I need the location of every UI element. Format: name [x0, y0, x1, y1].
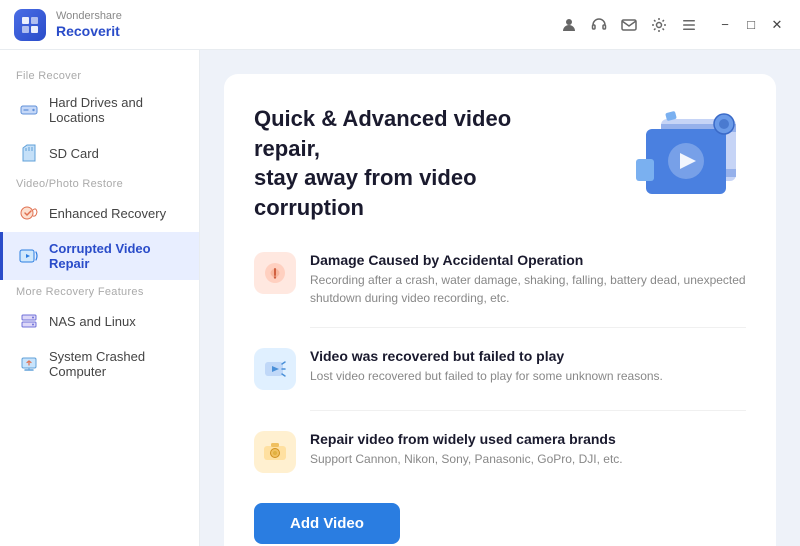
sidebar-item-nas-linux[interactable]: NAS and Linux	[0, 302, 199, 340]
sd-card-icon	[19, 143, 39, 163]
features-list: Damage Caused by Accidental Operation Re…	[254, 252, 746, 473]
sidebar-label-system-crashed: System Crashed Computer	[49, 349, 183, 379]
sidebar-item-system-crashed[interactable]: System Crashed Computer	[0, 340, 199, 388]
divider-2	[310, 410, 746, 411]
content-card: Quick & Advanced video repair, stay away…	[224, 74, 776, 546]
menu-icon[interactable]	[680, 16, 698, 34]
section-video-photo: Video/Photo Restore	[0, 172, 199, 194]
sidebar-item-corrupted-video[interactable]: Corrupted Video Repair	[0, 232, 199, 280]
system-crashed-icon	[19, 354, 39, 374]
main-layout: File Recover Hard Drives and Locations	[0, 50, 800, 546]
feature-desc-camera-brands: Support Cannon, Nikon, Sony, Panasonic, …	[310, 450, 623, 468]
sidebar-item-enhanced-recovery[interactable]: Enhanced Recovery	[0, 194, 199, 232]
nas-icon	[19, 311, 39, 331]
add-video-button[interactable]: Add Video	[254, 503, 400, 544]
divider-1	[310, 327, 746, 328]
hero-section: Quick & Advanced video repair, stay away…	[254, 104, 746, 224]
titlebar: Wondershare Recoverit − □ ✕	[0, 0, 800, 50]
window-controls: − □ ✕	[716, 16, 786, 34]
accidental-icon	[254, 252, 296, 294]
sidebar-label-sd-card: SD Card	[49, 146, 99, 161]
hero-title: Quick & Advanced video repair, stay away…	[254, 104, 574, 223]
app-name: Wondershare Recoverit	[56, 10, 122, 40]
hero-image	[606, 104, 746, 224]
maximize-button[interactable]: □	[742, 16, 760, 34]
user-icon[interactable]	[560, 16, 578, 34]
sidebar-label-nas-linux: NAS and Linux	[49, 314, 136, 329]
feature-title-accidental: Damage Caused by Accidental Operation	[310, 252, 746, 268]
sidebar-label-corrupted-video: Corrupted Video Repair	[49, 241, 183, 271]
hdd-icon	[19, 100, 39, 120]
titlebar-left: Wondershare Recoverit	[14, 9, 122, 41]
feature-item-accidental: Damage Caused by Accidental Operation Re…	[254, 252, 746, 307]
settings-icon[interactable]	[650, 16, 668, 34]
sidebar-label-enhanced-recovery: Enhanced Recovery	[49, 206, 166, 221]
mail-icon[interactable]	[620, 16, 638, 34]
sidebar-item-hard-drives[interactable]: Hard Drives and Locations	[0, 86, 199, 134]
feature-text-failed-play: Video was recovered but failed to play L…	[310, 348, 663, 385]
sidebar-item-sd-card[interactable]: SD Card	[0, 134, 199, 172]
brand-sub: Wondershare	[56, 10, 122, 23]
camera-brands-icon	[254, 431, 296, 473]
sidebar-label-hard-drives: Hard Drives and Locations	[49, 95, 183, 125]
feature-text-camera-brands: Repair video from widely used camera bra…	[310, 431, 623, 468]
app-logo	[14, 9, 46, 41]
hero-text: Quick & Advanced video repair, stay away…	[254, 104, 574, 223]
titlebar-icons: − □ ✕	[560, 16, 786, 34]
enhanced-recovery-icon	[19, 203, 39, 223]
section-file-recover: File Recover	[0, 64, 199, 86]
content-area: Quick & Advanced video repair, stay away…	[200, 50, 800, 546]
corrupted-video-icon	[19, 246, 39, 266]
feature-item-camera-brands: Repair video from widely used camera bra…	[254, 431, 746, 473]
close-button[interactable]: ✕	[768, 16, 786, 34]
brand-name: Recoverit	[56, 23, 122, 40]
failed-play-icon	[254, 348, 296, 390]
feature-title-failed-play: Video was recovered but failed to play	[310, 348, 663, 364]
support-icon[interactable]	[590, 16, 608, 34]
feature-item-failed-play: Video was recovered but failed to play L…	[254, 348, 746, 390]
section-more-recovery: More Recovery Features	[0, 280, 199, 302]
feature-desc-accidental: Recording after a crash, water damage, s…	[310, 271, 746, 307]
feature-desc-failed-play: Lost video recovered but failed to play …	[310, 367, 663, 385]
minimize-button[interactable]: −	[716, 16, 734, 34]
feature-text-accidental: Damage Caused by Accidental Operation Re…	[310, 252, 746, 307]
feature-title-camera-brands: Repair video from widely used camera bra…	[310, 431, 623, 447]
sidebar: File Recover Hard Drives and Locations	[0, 50, 200, 546]
